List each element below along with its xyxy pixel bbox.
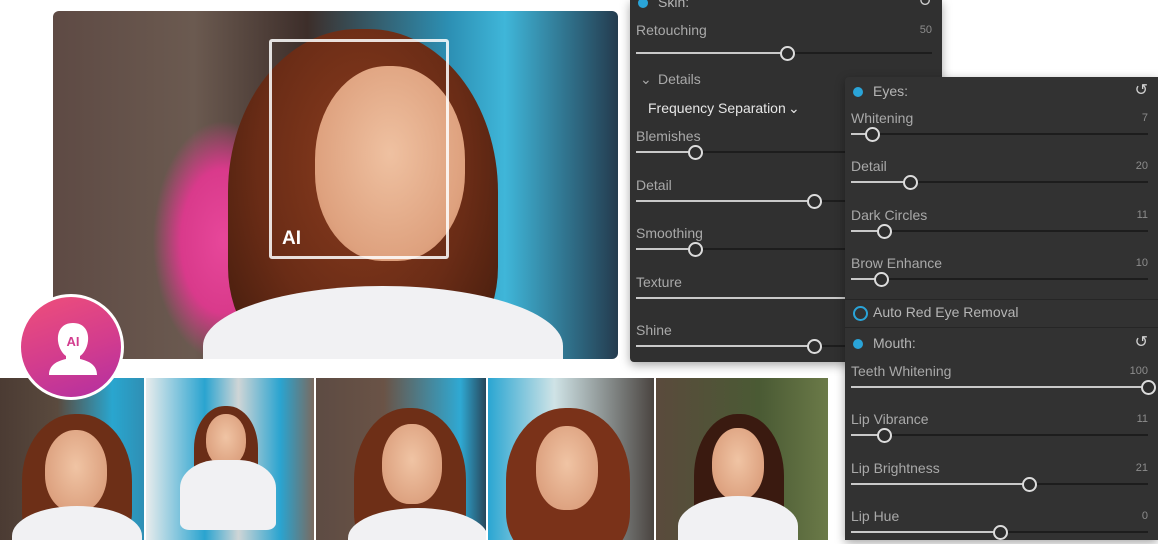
retouching-value: 50 xyxy=(919,24,932,36)
slider-fill xyxy=(851,181,911,184)
slider-knob[interactable] xyxy=(688,242,704,257)
slider-fill xyxy=(636,248,696,250)
ai-frame-label: AI xyxy=(282,228,301,249)
slider-knob[interactable] xyxy=(779,46,795,61)
skin-slider-label: Texture xyxy=(636,273,682,290)
slider-knob[interactable] xyxy=(876,428,892,444)
skin-title: Skin: xyxy=(658,0,690,10)
thumbnail-5[interactable] xyxy=(656,378,828,540)
eyes-slider-control: Whitening 7 xyxy=(851,110,1148,146)
eyes-slider-slider[interactable] xyxy=(851,127,1148,142)
slider-knob[interactable] xyxy=(688,145,704,160)
eyes-slider-value: 10 xyxy=(1135,256,1148,269)
chevron-down-icon: ⌄ xyxy=(788,100,800,116)
mouth-slider-label: Lip Brightness xyxy=(851,459,940,476)
dot-icon xyxy=(853,339,863,349)
mouth-slider-slider[interactable] xyxy=(851,524,1148,540)
mouth-section-header[interactable]: Mouth: ↺ xyxy=(851,335,1148,357)
mode-selected-value: Frequency Separation xyxy=(648,100,786,116)
skin-slider-label: Detail xyxy=(636,176,672,193)
eyes-mouth-panel: Eyes: ↺ Whitening 7 Detail 20 Dark Circles 11… xyxy=(845,77,1158,540)
skin-slider-label: Blemishes xyxy=(636,128,701,144)
undo-arrow-icon[interactable]: ↺ xyxy=(1135,335,1148,351)
skin-slider-label: Shine xyxy=(636,322,672,338)
slider-fill xyxy=(636,199,814,202)
ai-badge: AI xyxy=(18,294,124,400)
slider-knob[interactable] xyxy=(1141,380,1156,395)
slider-fill xyxy=(636,52,787,54)
eyes-slider-label: Dark Circles xyxy=(851,206,928,223)
mouth-slider-value: 11 xyxy=(1136,413,1148,426)
thumbnail-3[interactable] xyxy=(316,378,486,540)
red-eye-toggle[interactable]: Auto Red Eye Removal xyxy=(851,304,1148,326)
slider-fill xyxy=(851,482,1030,485)
hero-photo: AI xyxy=(53,11,618,359)
slider-fill xyxy=(851,530,1000,533)
eyes-slider-value: 11 xyxy=(1136,208,1148,221)
dot-icon xyxy=(638,0,648,8)
mouth-slider-slider[interactable] xyxy=(851,476,1148,492)
mouth-slider-label: Lip Vibrance xyxy=(851,411,929,428)
retouching-control: Retouching 50 xyxy=(636,22,932,62)
red-eye-label: Auto Red Eye Removal xyxy=(873,304,1019,320)
thumbnail-4[interactable] xyxy=(488,378,654,540)
eyes-slider-label: Brow Enhance xyxy=(851,254,943,271)
eyes-slider-control: Brow Enhance 10 xyxy=(851,255,1148,291)
eyes-slider-value: 7 xyxy=(1141,112,1148,124)
ai-person-icon: AI xyxy=(49,323,97,375)
skin-slider-label: Smoothing xyxy=(636,225,703,241)
eyes-slider-label: Detail xyxy=(851,158,887,175)
skin-section-header[interactable]: Skin: ↺ xyxy=(636,0,932,16)
mouth-slider-slider[interactable] xyxy=(851,380,1156,395)
details-label: Details xyxy=(658,71,701,87)
eyes-slider-value: 20 xyxy=(1135,160,1148,173)
eyes-slider-slider[interactable] xyxy=(851,223,1148,239)
eyes-slider-control: Detail 20 xyxy=(851,158,1148,194)
mouth-slider-slider[interactable] xyxy=(851,428,1148,444)
eyes-slider-slider[interactable] xyxy=(851,271,1148,287)
slider-knob[interactable] xyxy=(992,524,1008,540)
eyes-title: Eyes: xyxy=(873,83,909,99)
mouth-slider-label: Teeth Whitening xyxy=(851,363,952,379)
slider-knob[interactable] xyxy=(873,271,889,287)
eyes-slider-control: Dark Circles 11 xyxy=(851,207,1148,243)
mouth-slider-value: 100 xyxy=(1129,365,1148,377)
eyes-slider-slider[interactable] xyxy=(851,175,1148,191)
slider-knob[interactable] xyxy=(806,339,822,354)
radio-ring-icon xyxy=(853,306,868,321)
slider-knob[interactable] xyxy=(1022,476,1038,492)
ai-face-detection-frame: AI xyxy=(269,39,449,259)
divider xyxy=(845,299,1158,300)
mouth-slider-control: Lip Vibrance 11 xyxy=(851,411,1148,447)
slider-fill xyxy=(636,151,696,153)
slider-knob[interactable] xyxy=(876,223,892,239)
svg-text:AI: AI xyxy=(67,334,80,349)
mouth-slider-control: Lip Brightness 21 xyxy=(851,460,1148,496)
eyes-slider-label: Whitening xyxy=(851,110,914,126)
mouth-slider-value: 21 xyxy=(1135,461,1148,474)
thumbnail-strip xyxy=(0,378,830,540)
eyes-section-header[interactable]: Eyes: ↺ xyxy=(851,83,1148,105)
slider-knob[interactable] xyxy=(903,175,919,191)
undo-arrow-icon[interactable]: ↺ xyxy=(1135,83,1148,99)
mouth-title: Mouth: xyxy=(873,335,916,351)
mouth-slider-label: Lip Hue xyxy=(851,507,900,524)
slider-fill xyxy=(636,345,814,347)
slider-knob[interactable] xyxy=(864,127,880,142)
mouth-slider-value: 0 xyxy=(1141,509,1148,522)
thumbnail-1[interactable] xyxy=(0,378,144,540)
slider-knob[interactable] xyxy=(806,193,822,209)
slider-fill xyxy=(851,386,1148,388)
retouching-label: Retouching xyxy=(636,22,707,38)
mouth-slider-control: Teeth Whitening 100 xyxy=(851,363,1156,399)
dot-icon xyxy=(853,87,863,97)
mouth-slider-control: Lip Hue 0 xyxy=(851,508,1148,544)
retouching-slider[interactable] xyxy=(636,46,932,61)
undo-arrow-icon[interactable]: ↺ xyxy=(919,0,932,10)
thumbnail-2[interactable] xyxy=(146,378,314,540)
divider xyxy=(845,327,1158,328)
chevron-down-icon: ⌄ xyxy=(640,71,652,87)
